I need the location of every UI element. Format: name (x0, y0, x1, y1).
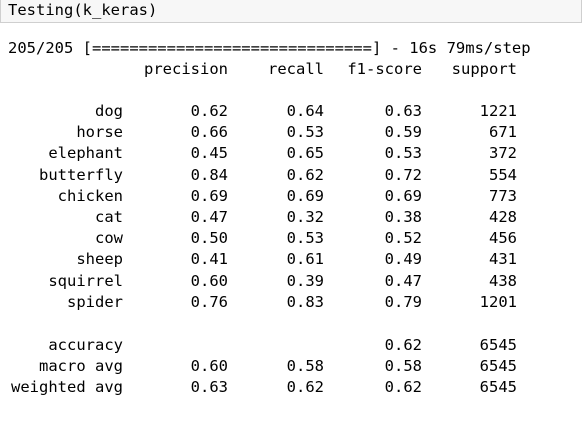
row-f1-score: 0.47 (384, 271, 422, 290)
row-precision: 0.60 (190, 271, 228, 290)
row-precision: 0.50 (190, 229, 228, 248)
row-recall: 0.61 (286, 250, 324, 269)
row-recall: 0.39 (286, 271, 324, 290)
row-label: butterfly (39, 165, 123, 184)
row-support: 554 (489, 165, 517, 184)
row-label: cow (95, 229, 123, 248)
row-f1-score: 0.52 (384, 229, 422, 248)
row-recall: 0.83 (286, 292, 324, 311)
row-f1-score: 0.53 (384, 144, 422, 163)
row-precision: 0.69 (190, 186, 228, 205)
row-label: dog (95, 102, 123, 120)
row-f1-score: 0.79 (384, 292, 422, 311)
row-support: 6545 (479, 378, 517, 396)
row-recall: 0.62 (286, 378, 324, 396)
row-label: weighted avg (11, 378, 123, 396)
row-precision: 0.66 (190, 123, 228, 142)
row-precision: 0.45 (190, 144, 228, 163)
row-precision: 0.47 (190, 208, 228, 226)
row-precision: 0.60 (190, 357, 228, 375)
row-recall: 0.64 (286, 102, 324, 120)
row-precision: 0.62 (190, 102, 228, 120)
row-recall: 0.58 (286, 357, 324, 375)
row-recall: 0.65 (286, 144, 324, 163)
header-recall: recall (268, 60, 324, 78)
progress-line: 205/205 [==============================]… (8, 39, 531, 57)
row-support: 773 (489, 186, 517, 205)
row-label: horse (76, 123, 123, 142)
header-precision: precision (144, 60, 228, 78)
row-recall: 0.53 (286, 229, 324, 248)
row-support: 1201 (479, 292, 517, 311)
row-support: 456 (489, 229, 517, 248)
row-label: accuracy (48, 336, 123, 354)
row-support: 372 (489, 144, 517, 163)
row-f1-score: 0.38 (384, 208, 422, 226)
row-f1-score: 0.59 (384, 123, 422, 142)
row-f1-score: 0.62 (384, 378, 422, 396)
code-text[interactable]: Testing(k_keras) (8, 0, 157, 20)
row-label: cat (95, 208, 123, 226)
row-label: sheep (76, 250, 123, 269)
row-precision: 0.63 (190, 378, 228, 396)
row-f1-score: 0.72 (384, 165, 422, 184)
row-label: spider (67, 292, 123, 311)
row-f1-score: 0.49 (384, 250, 422, 269)
row-support: 6545 (479, 336, 517, 354)
row-support: 431 (489, 250, 517, 269)
header-support: support (451, 60, 517, 78)
row-support: 6545 (479, 357, 517, 375)
row-support: 438 (489, 271, 517, 290)
row-precision: 0.76 (190, 292, 228, 311)
row-label: chicken (57, 186, 123, 205)
row-support: 1221 (479, 102, 517, 120)
row-precision: 0.41 (190, 250, 228, 269)
row-f1-score: 0.69 (384, 186, 422, 205)
row-label: macro avg (39, 357, 123, 375)
row-f1-score: 0.62 (384, 336, 422, 354)
row-recall: 0.62 (286, 165, 324, 184)
report-header-row: precision recall f1-score support (8, 59, 517, 80)
row-recall: 0.53 (286, 123, 324, 142)
row-support: 671 (489, 123, 517, 142)
row-f1-score: 0.63 (384, 102, 422, 120)
row-f1-score: 0.58 (384, 357, 422, 375)
row-recall: 0.32 (286, 208, 324, 226)
row-precision: 0.84 (190, 165, 228, 184)
row-label: elephant (48, 144, 123, 163)
code-input-cell[interactable]: Testing(k_keras) (0, 0, 582, 23)
row-recall: 0.69 (286, 186, 324, 205)
header-f1-score: f1-score (347, 60, 422, 78)
row-support: 428 (489, 208, 517, 226)
row-label: squirrel (48, 271, 123, 290)
